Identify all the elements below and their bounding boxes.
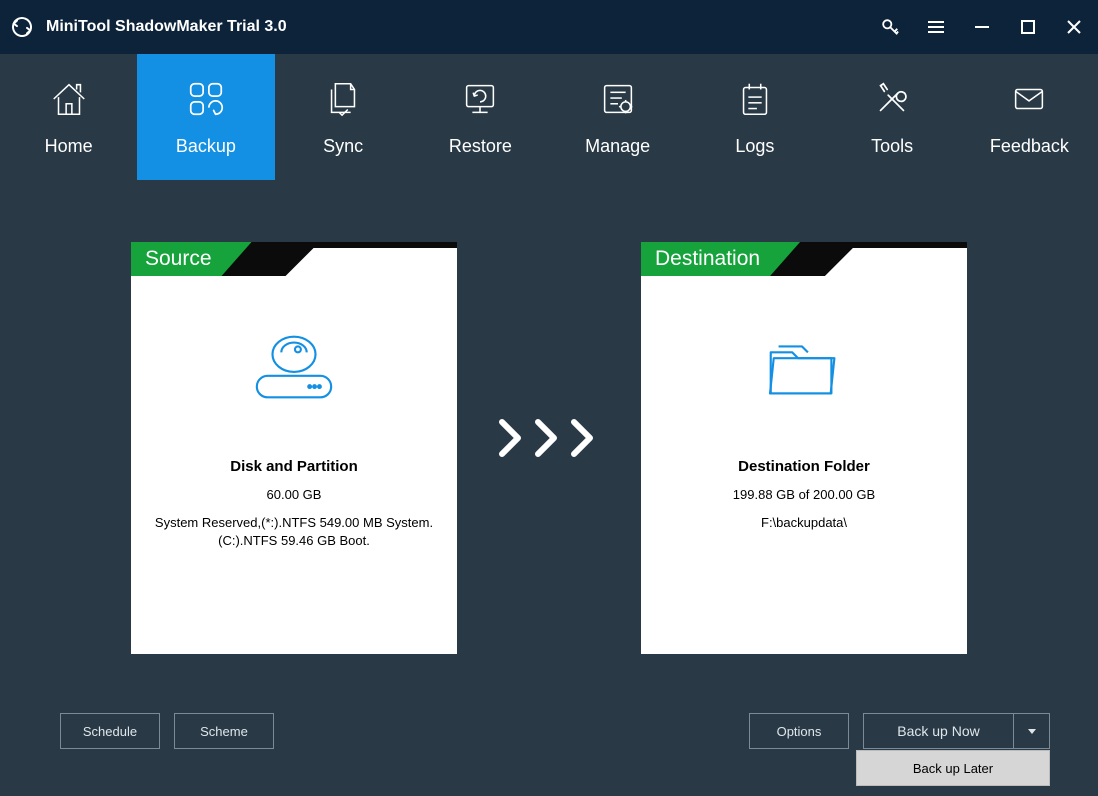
destination-size: 199.88 GB of 200.00 GB (733, 487, 875, 502)
nav-logs-label: Logs (735, 136, 774, 157)
source-size: 60.00 GB (267, 487, 322, 502)
nav-home-label: Home (45, 136, 93, 157)
folder-icon (759, 328, 849, 408)
maximize-button[interactable] (1018, 17, 1038, 37)
nav-manage[interactable]: Manage (549, 54, 686, 180)
nav-tools[interactable]: Tools (824, 54, 961, 180)
nav-restore[interactable]: Restore (412, 54, 549, 180)
source-title: Disk and Partition (230, 458, 358, 475)
backup-now-button[interactable]: Back up Now (863, 713, 1014, 749)
backup-now-dropdown-toggle[interactable] (1014, 713, 1050, 749)
home-icon (48, 78, 90, 120)
close-button[interactable] (1064, 17, 1084, 37)
backup-icon (185, 78, 227, 120)
nav-feedback[interactable]: Feedback (961, 54, 1098, 180)
nav-tools-label: Tools (871, 136, 913, 157)
nav-logs[interactable]: Logs (686, 54, 823, 180)
nav-sync-label: Sync (323, 136, 363, 157)
schedule-button[interactable]: Schedule (60, 713, 160, 749)
key-icon[interactable] (880, 17, 900, 37)
logs-icon (734, 78, 776, 120)
backup-later-menu-item[interactable]: Back up Later (856, 750, 1050, 786)
sync-icon (322, 78, 364, 120)
arrow-chevrons-icon (495, 418, 603, 458)
app-title: MiniTool ShadowMaker Trial 3.0 (46, 18, 287, 36)
app-logo-icon (8, 13, 36, 41)
destination-card[interactable]: Destination Destination Folder 199.88 GB… (641, 242, 967, 654)
disk-icon (249, 328, 339, 408)
restore-icon (459, 78, 501, 120)
manage-icon (597, 78, 639, 120)
source-card[interactable]: Source (131, 242, 457, 654)
destination-title: Destination Folder (738, 458, 870, 475)
nav-backup-label: Backup (176, 136, 236, 157)
nav-sync[interactable]: Sync (275, 54, 412, 180)
scheme-button[interactable]: Scheme (174, 713, 274, 749)
nav-restore-label: Restore (449, 136, 512, 157)
options-button[interactable]: Options (749, 713, 849, 749)
nav-home[interactable]: Home (0, 54, 137, 180)
destination-detail: F:\backupdata\ (751, 514, 857, 532)
menu-icon[interactable] (926, 17, 946, 37)
main-nav: Home Backup (0, 54, 1098, 180)
source-detail: System Reserved,(*:).NTFS 549.00 MB Syst… (131, 514, 457, 550)
nav-manage-label: Manage (585, 136, 650, 157)
nav-feedback-label: Feedback (990, 136, 1069, 157)
title-bar: MiniTool ShadowMaker Trial 3.0 (0, 0, 1098, 54)
minimize-button[interactable] (972, 17, 992, 37)
tools-icon (871, 78, 913, 120)
nav-backup[interactable]: Backup (137, 54, 274, 180)
feedback-icon (1008, 78, 1050, 120)
